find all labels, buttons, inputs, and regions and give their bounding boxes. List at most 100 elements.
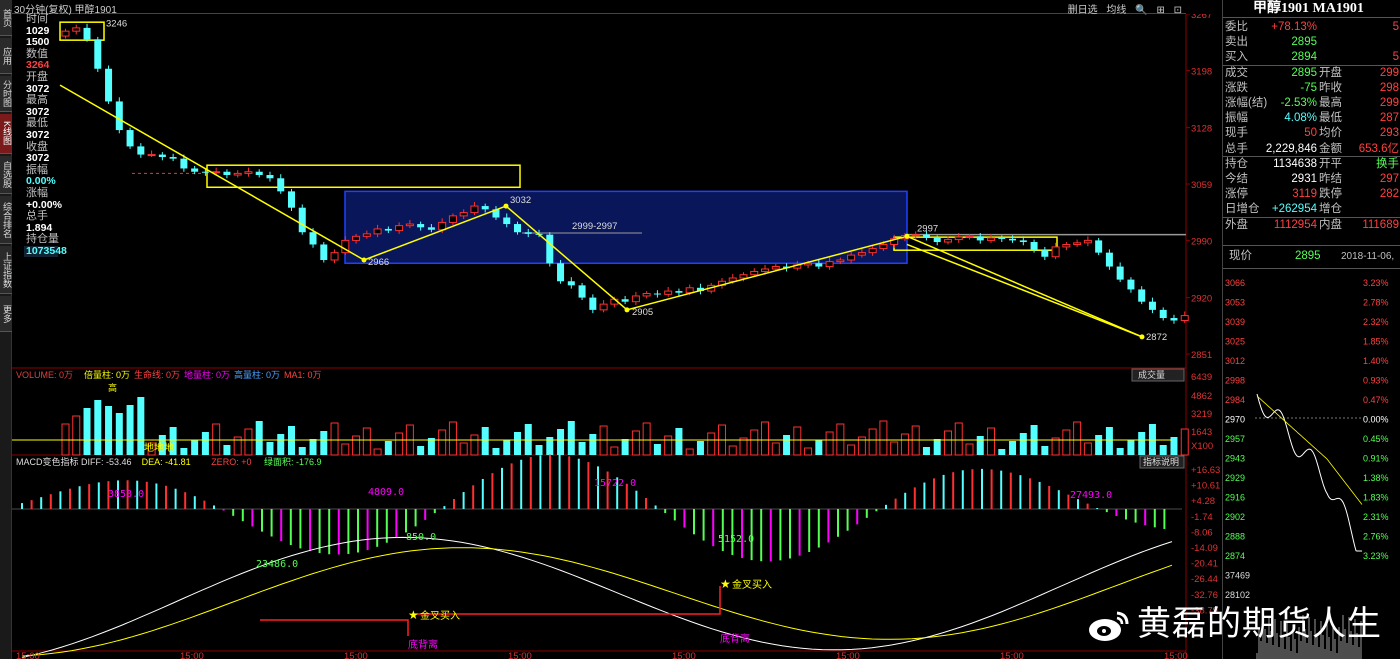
mini-axis-right: 0.47% bbox=[1363, 395, 1389, 405]
nav-6[interactable]: 上证指数 bbox=[0, 246, 12, 294]
volume-button-label[interactable]: 成交量 bbox=[1138, 369, 1165, 380]
volume-bar bbox=[900, 433, 909, 456]
candle bbox=[244, 167, 253, 177]
star-icon: ★ bbox=[408, 608, 419, 622]
macd-dea-line bbox=[21, 547, 1173, 657]
nav-7[interactable]: 更多 bbox=[0, 296, 12, 332]
golden-cross-signal-2: 金叉买入 bbox=[732, 578, 772, 591]
volume-bar bbox=[1009, 441, 1017, 455]
macd-area-label: 27493.0 bbox=[1070, 490, 1112, 501]
mini-axis-right: 1.83% bbox=[1363, 493, 1389, 503]
volume-bar bbox=[470, 434, 479, 456]
price-annotation: 2997 bbox=[917, 223, 938, 234]
candle bbox=[1051, 242, 1060, 260]
candle bbox=[1159, 307, 1167, 321]
volume-bar bbox=[987, 427, 996, 456]
volume-bar bbox=[244, 428, 253, 456]
nav-2[interactable]: 分时图 bbox=[0, 76, 12, 112]
nav-5[interactable]: 综合排名 bbox=[0, 196, 12, 244]
divergence-label-1: 底背离 bbox=[408, 638, 438, 651]
volume-bar bbox=[255, 421, 263, 455]
time-axis-label: 15:00 bbox=[1000, 651, 1024, 659]
macd-axis-label: +10.61 bbox=[1191, 481, 1220, 492]
volume-bar bbox=[94, 400, 102, 455]
mini-axis-left: 2874 bbox=[1225, 551, 1245, 561]
macd-axis-label: +16.63 bbox=[1191, 465, 1220, 476]
volume-bar bbox=[1180, 428, 1189, 456]
volume-bar bbox=[664, 435, 673, 456]
volume-bar bbox=[631, 430, 640, 456]
main-chart[interactable]: 3267 3198 3128 3059 2990 2920 2851 3246 2966 3032… bbox=[12, 14, 1222, 659]
candle bbox=[105, 65, 113, 104]
volume-bar bbox=[191, 440, 199, 455]
candle bbox=[1127, 277, 1135, 293]
candle bbox=[621, 295, 629, 305]
volume-bar bbox=[739, 437, 748, 456]
volume-bar bbox=[879, 420, 888, 456]
mini-axis-right: 2.32% bbox=[1363, 317, 1389, 327]
volume-bar bbox=[105, 406, 113, 455]
volume-bar bbox=[503, 440, 511, 455]
mini-axis-right: 0.91% bbox=[1363, 454, 1389, 464]
volume-bar bbox=[642, 422, 651, 456]
candle bbox=[1148, 297, 1156, 314]
quote-panel: 甲醇1901 MA1901 委比 +78.13% 5 卖出 2895 买入 2894 5 成交 2… bbox=[1222, 0, 1400, 659]
candle bbox=[61, 28, 70, 39]
volume-bar bbox=[115, 413, 123, 455]
candle bbox=[1116, 262, 1124, 283]
divergence-line-1 bbox=[260, 619, 409, 636]
nav-1[interactable]: 应用 bbox=[0, 38, 12, 74]
mini-axis-left: 37469 bbox=[1225, 571, 1250, 581]
quote-row: 持仓 1134638 开平 换手 bbox=[1225, 157, 1399, 170]
candle bbox=[223, 169, 231, 179]
volume-bar bbox=[933, 439, 941, 455]
divergence-line-2 bbox=[412, 586, 721, 615]
info-column: 时间 1029 1500 数值 3264 开盘 3072 最高 3072 最低 … bbox=[12, 13, 67, 264]
mini-axis-left: 3053 bbox=[1225, 298, 1245, 308]
mini-axis-right: 0.00% bbox=[1363, 415, 1389, 425]
nav-3[interactable]: K线图 bbox=[0, 114, 12, 154]
candle bbox=[266, 171, 274, 182]
indicator-help-label[interactable]: 指标说明 bbox=[1143, 456, 1179, 467]
volume-bar bbox=[1116, 448, 1124, 455]
volume-bar bbox=[83, 408, 91, 455]
macd-area-label: 850.0 bbox=[406, 532, 436, 543]
volume-bar bbox=[330, 422, 339, 456]
candle bbox=[1105, 249, 1113, 270]
price-annotation: 2999-2997 bbox=[572, 221, 617, 232]
price-axis-label: 2851 bbox=[1191, 350, 1212, 361]
macd-axis-label: -26.44 bbox=[1191, 574, 1218, 585]
close-value: 3072 bbox=[26, 152, 50, 165]
time-axis-label: 15:00 bbox=[344, 651, 368, 659]
macd-legend-item: 绿面积: -176.9 bbox=[264, 456, 322, 467]
mini-axis-left: 2943 bbox=[1225, 454, 1245, 464]
oi-value: 1073548 bbox=[24, 244, 67, 258]
volume-bar bbox=[395, 432, 404, 456]
volume-bar bbox=[1019, 433, 1027, 455]
quote-row: 现手 50 均价 293 bbox=[1225, 127, 1399, 140]
quote-row: 今结 2931 昨结 297 bbox=[1225, 173, 1399, 185]
price-annotation: 3246 bbox=[106, 18, 127, 29]
volume-axis-label: 3219 bbox=[1191, 409, 1212, 420]
volume-bar bbox=[728, 445, 737, 456]
nav-0[interactable]: 首页 bbox=[0, 0, 12, 36]
volume-bar bbox=[373, 448, 382, 456]
weibo-logo-icon bbox=[1089, 611, 1129, 641]
volume-legend-item: VOLUME: 0万 bbox=[16, 370, 73, 380]
volume-legend-item: MA1: 0万 bbox=[284, 370, 322, 380]
volume-bar bbox=[761, 421, 770, 456]
nav-4[interactable]: 自选股 bbox=[0, 156, 12, 194]
divergence-label-2: 底背离 bbox=[720, 632, 750, 645]
candle bbox=[320, 242, 328, 263]
volume-bar bbox=[459, 442, 468, 456]
candle bbox=[717, 277, 726, 289]
candle bbox=[1062, 242, 1071, 251]
quote-row: 日增仓 +262954 增仓 bbox=[1225, 203, 1342, 216]
mini-axis-right: 2.78% bbox=[1363, 298, 1389, 308]
candle bbox=[1041, 246, 1049, 261]
volume-bar bbox=[341, 443, 350, 456]
candle bbox=[1073, 239, 1082, 247]
macd-axis-label: -1.74 bbox=[1191, 512, 1213, 523]
volume-bar bbox=[943, 430, 952, 456]
time-axis-label: 15:00 bbox=[672, 651, 696, 659]
